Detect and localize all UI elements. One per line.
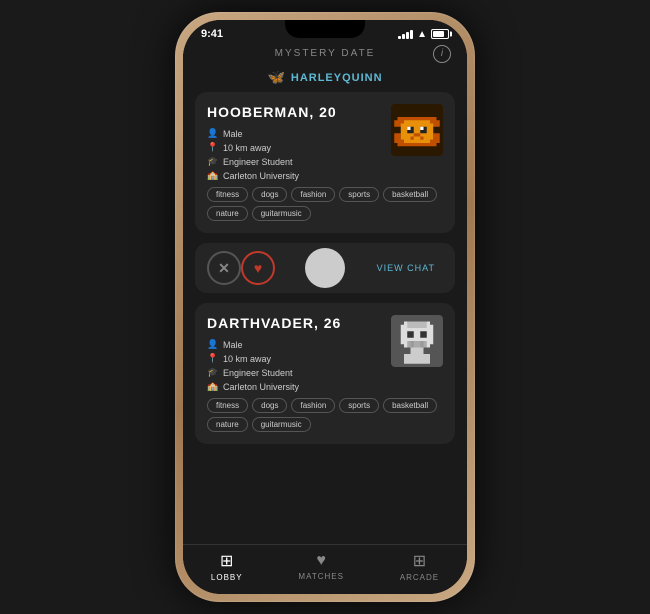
tag-basketball-1: basketball xyxy=(383,187,437,202)
tag-sports-2: sports xyxy=(339,398,379,413)
gender-text-2: Male xyxy=(223,340,243,350)
tag-nature-2: nature xyxy=(207,417,248,432)
view-chat-button[interactable]: VIEW CHAT xyxy=(377,263,443,273)
occupation-row-2: 🎓 Engineer Student xyxy=(207,367,443,378)
gender-text-1: Male xyxy=(223,129,243,139)
tag-dogs-1: dogs xyxy=(252,187,287,202)
like-button[interactable]: ♥ xyxy=(241,251,275,285)
gender-icon-1: 👤 xyxy=(207,128,217,139)
nav-label-arcade: ARCADE xyxy=(400,573,439,582)
nav-label-matches: MATCHES xyxy=(298,572,344,581)
distance-text-1: 10 km away xyxy=(223,143,271,153)
university-row-1: 🏫 Carleton University xyxy=(207,170,443,181)
info-button[interactable]: i xyxy=(433,45,451,63)
profile-avatar-2 xyxy=(391,315,443,367)
location-icon-2: 📍 xyxy=(207,353,217,364)
dismiss-button[interactable]: ✕ xyxy=(207,251,241,285)
university-text-2: Carleton University xyxy=(223,382,299,392)
status-icons: ▲ xyxy=(398,29,449,40)
profiles-scroll[interactable]: HOOBERMAN, 20 👤 Male 📍 10 km away 🎓 Engi… xyxy=(183,92,467,544)
tag-nature-1: nature xyxy=(207,206,248,221)
nav-item-arcade[interactable]: ⊞ ARCADE xyxy=(400,551,439,582)
signal-icon xyxy=(398,30,413,39)
profile-card-2: DARTHVADER, 26 👤 Male 📍 10 km away 🎓 Eng… xyxy=(195,303,455,444)
occupation-icon-1: 🎓 xyxy=(207,156,217,167)
profile-card-1: HOOBERMAN, 20 👤 Male 📍 10 km away 🎓 Engi… xyxy=(195,92,455,233)
tag-fashion-2: fashion xyxy=(291,398,335,413)
action-bar: ✕ ♥ VIEW CHAT xyxy=(195,243,455,293)
avatar-lion-icon xyxy=(391,104,443,156)
location-icon-1: 📍 xyxy=(207,142,217,153)
app-screen: 9:41 ▲ MYSTERY DATE xyxy=(183,20,467,594)
tag-fitness-1: fitness xyxy=(207,187,248,202)
university-row-2: 🏫 Carleton University xyxy=(207,381,443,392)
lobby-icon: ⊞ xyxy=(220,551,233,571)
user-header: 🦋 HARLEYQUINN xyxy=(183,63,467,92)
tag-fitness-2: fitness xyxy=(207,398,248,413)
profile-avatar-1 xyxy=(391,104,443,156)
wifi-icon: ▲ xyxy=(417,29,427,40)
university-text-1: Carleton University xyxy=(223,171,299,181)
university-icon-2: 🏫 xyxy=(207,381,217,392)
avatar-stormtrooper-icon xyxy=(391,315,443,367)
tag-fashion-1: fashion xyxy=(291,187,335,202)
occupation-row-1: 🎓 Engineer Student xyxy=(207,156,443,167)
current-username: HARLEYQUINN xyxy=(291,72,383,84)
matches-icon: ♥ xyxy=(316,552,326,570)
tag-basketball-2: basketball xyxy=(383,398,437,413)
tags-row-1: fitness dogs fashion sports basketball n… xyxy=(207,187,443,221)
gender-icon-2: 👤 xyxy=(207,339,217,350)
nav-item-matches[interactable]: ♥ MATCHES xyxy=(298,552,344,581)
status-time: 9:41 xyxy=(201,28,223,40)
tag-guitarmusic-2: guitarmusic xyxy=(252,417,311,432)
top-nav: MYSTERY DATE i xyxy=(183,44,467,63)
nav-label-lobby: LOBBY xyxy=(211,573,243,582)
tags-row-2: fitness dogs fashion sports basketball n… xyxy=(207,398,443,432)
phone-screen-container: 9:41 ▲ MYSTERY DATE xyxy=(183,20,467,594)
battery-icon xyxy=(431,29,449,39)
butterfly-icon: 🦋 xyxy=(267,69,284,86)
tag-guitarmusic-1: guitarmusic xyxy=(252,206,311,221)
tag-sports-1: sports xyxy=(339,187,379,202)
phone-frame: 9:41 ▲ MYSTERY DATE xyxy=(175,12,475,602)
university-icon-1: 🏫 xyxy=(207,170,217,181)
nav-item-lobby[interactable]: ⊞ LOBBY xyxy=(211,551,243,582)
bottom-nav: ⊞ LOBBY ♥ MATCHES ⊞ ARCADE xyxy=(183,544,467,594)
notch xyxy=(285,20,365,38)
app-title: MYSTERY DATE xyxy=(275,48,376,59)
swipe-handle[interactable] xyxy=(305,248,345,288)
occupation-icon-2: 🎓 xyxy=(207,367,217,378)
arcade-icon: ⊞ xyxy=(413,551,426,571)
distance-text-2: 10 km away xyxy=(223,354,271,364)
occupation-text-1: Engineer Student xyxy=(223,157,293,167)
occupation-text-2: Engineer Student xyxy=(223,368,293,378)
tag-dogs-2: dogs xyxy=(252,398,287,413)
